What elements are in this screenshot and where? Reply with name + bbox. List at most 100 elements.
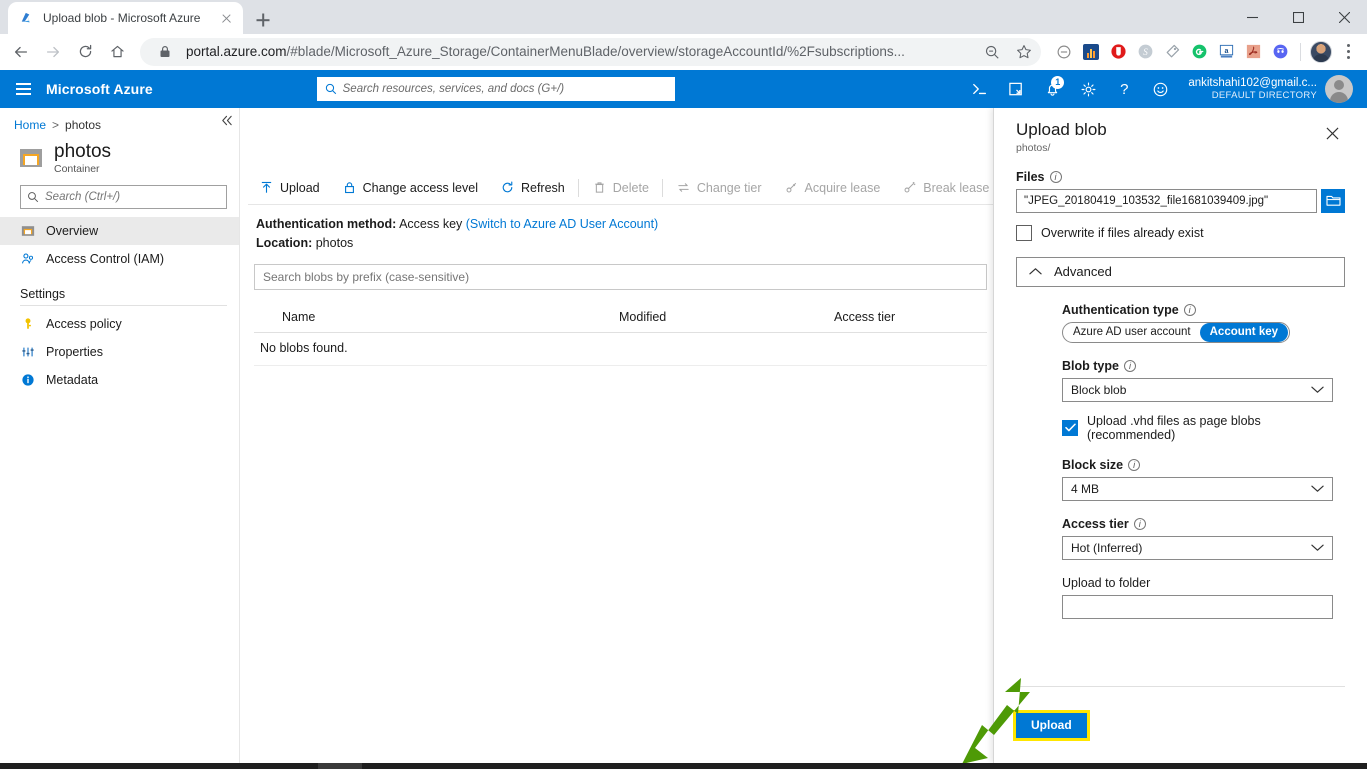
star-icon[interactable] bbox=[1013, 41, 1035, 63]
new-tab-button[interactable] bbox=[249, 6, 277, 34]
chrome-menu-icon[interactable] bbox=[1335, 39, 1361, 65]
skype-icon[interactable]: S bbox=[1132, 39, 1158, 65]
files-input[interactable]: "JPEG_20180419_103532_file1681039409.jpg… bbox=[1016, 188, 1317, 213]
column-header-modified[interactable]: Modified bbox=[619, 310, 834, 324]
task-view-icon[interactable] bbox=[140, 763, 186, 769]
command-refresh[interactable]: Refresh bbox=[489, 171, 576, 205]
auth-type-toggle[interactable]: Azure AD user account Account key bbox=[1062, 321, 1291, 343]
command-upload[interactable]: Upload bbox=[248, 171, 331, 205]
help-icon[interactable]: ? bbox=[1106, 70, 1142, 108]
minimize-icon[interactable] bbox=[1229, 0, 1275, 34]
sidebar-search-placeholder: Search (Ctrl+/) bbox=[45, 190, 121, 203]
vhd-checkbox[interactable] bbox=[1062, 419, 1078, 436]
info-icon[interactable]: i bbox=[1123, 359, 1136, 372]
chevron-down-icon bbox=[1311, 482, 1324, 496]
browser-tab[interactable]: Upload blob - Microsoft Azure bbox=[8, 2, 243, 34]
info-icon[interactable]: i bbox=[1128, 458, 1141, 471]
windows-start-icon[interactable] bbox=[2, 763, 48, 769]
taskbar-app-edge[interactable] bbox=[186, 763, 230, 769]
show-hidden-icons-icon[interactable] bbox=[1132, 763, 1159, 769]
resource-subtitle: Container bbox=[54, 162, 100, 175]
home-icon[interactable] bbox=[102, 37, 132, 67]
lock-icon bbox=[342, 180, 357, 195]
sidebar-item-metadata[interactable]: Metadata bbox=[0, 366, 239, 394]
auth-type-option-account-key[interactable]: Account key bbox=[1199, 322, 1289, 342]
sidebar-item-access-control[interactable]: Access Control (IAM) bbox=[0, 245, 239, 273]
taskbar-app-file-explorer[interactable] bbox=[362, 763, 406, 769]
reload-icon[interactable] bbox=[70, 37, 100, 67]
blob-prefix-search-input[interactable]: Search blobs by prefix (case-sensitive) bbox=[254, 263, 987, 290]
block-size-label-row: Block size i bbox=[1062, 458, 1345, 472]
taskbar-app-word[interactable]: W bbox=[406, 763, 450, 769]
volume-icon[interactable] bbox=[1222, 763, 1253, 769]
adblock-plus-icon[interactable] bbox=[1105, 39, 1131, 65]
directories-subscriptions-icon[interactable] bbox=[998, 70, 1034, 108]
info-icon[interactable]: i bbox=[1049, 170, 1062, 183]
global-search-input[interactable]: Search resources, services, and docs (G+… bbox=[316, 77, 675, 101]
blob-type-select[interactable]: Block blob bbox=[1062, 377, 1333, 402]
block-size-value: 4 MB bbox=[1071, 481, 1100, 496]
sidebar-item-overview[interactable]: Overview bbox=[0, 216, 239, 245]
address-bar[interactable]: portal.azure.com/#blade/Microsoft_Azure_… bbox=[140, 37, 1041, 66]
upload-button[interactable]: Upload bbox=[1013, 709, 1090, 741]
zoom-out-icon[interactable] bbox=[981, 41, 1003, 63]
advanced-accordion[interactable]: Advanced bbox=[1016, 256, 1345, 287]
adblock-icon[interactable] bbox=[1051, 39, 1077, 65]
block-size-select[interactable]: 4 MB bbox=[1062, 476, 1333, 501]
profile-avatar[interactable] bbox=[1308, 39, 1334, 65]
command-delete: Delete bbox=[581, 171, 660, 205]
column-header-access-tier[interactable]: Access tier bbox=[834, 310, 987, 324]
close-icon[interactable] bbox=[1319, 120, 1345, 146]
azure-brand[interactable]: Microsoft Azure bbox=[46, 81, 173, 97]
battery-icon[interactable] bbox=[1159, 763, 1191, 769]
taskbar-app-chrome[interactable] bbox=[318, 763, 362, 769]
sidebar-divider bbox=[20, 304, 227, 306]
overwrite-checkbox-row[interactable]: Overwrite if files already exist bbox=[1016, 224, 1345, 241]
user-avatar bbox=[1324, 75, 1353, 103]
overwrite-checkbox[interactable] bbox=[1016, 224, 1032, 241]
back-arrow-icon[interactable] bbox=[6, 37, 36, 67]
action-center-icon[interactable] bbox=[1333, 763, 1363, 769]
close-tab-icon[interactable] bbox=[218, 10, 235, 27]
sidebar-item-access-policy[interactable]: Access policy bbox=[0, 310, 239, 338]
taskbar-app-store[interactable] bbox=[230, 763, 274, 769]
account-menu[interactable]: ankitshahi102@gmail.c... DEFAULT DIRECTO… bbox=[1178, 75, 1359, 103]
settings-gear-icon[interactable] bbox=[1070, 70, 1106, 108]
analytics-icon[interactable] bbox=[1078, 39, 1104, 65]
amazon-assistant-icon[interactable]: a bbox=[1213, 39, 1239, 65]
taskbar-app-mail[interactable] bbox=[274, 763, 318, 769]
vhd-checkbox-row[interactable]: Upload .vhd files as page blobs (recomme… bbox=[1062, 414, 1345, 442]
auth-type-option-azure-ad[interactable]: Azure AD user account bbox=[1064, 323, 1200, 342]
cortana-circle-icon[interactable] bbox=[94, 763, 140, 769]
table-header-row: Name Modified Access tier bbox=[254, 304, 987, 333]
network-icon[interactable] bbox=[1191, 763, 1222, 769]
tag-icon[interactable] bbox=[1159, 39, 1185, 65]
feedback-icon[interactable] bbox=[1142, 70, 1178, 108]
auth-method-value: Access key bbox=[399, 217, 463, 231]
info-icon[interactable]: i bbox=[1183, 303, 1196, 316]
access-tier-select[interactable]: Hot (Inferred) bbox=[1062, 535, 1333, 560]
switch-auth-link[interactable]: (Switch to Azure AD User Account) bbox=[466, 217, 658, 231]
column-header-name[interactable]: Name bbox=[254, 310, 619, 324]
maximize-icon[interactable] bbox=[1275, 0, 1321, 34]
taskbar-search-icon[interactable] bbox=[48, 763, 94, 769]
close-window-icon[interactable] bbox=[1321, 0, 1367, 34]
upload-folder-input[interactable] bbox=[1062, 594, 1333, 619]
cloud-shell-icon[interactable] bbox=[962, 70, 998, 108]
blob-type-label: Blob type bbox=[1062, 358, 1119, 373]
info-icon[interactable]: i bbox=[1133, 517, 1146, 530]
browse-files-button[interactable] bbox=[1321, 188, 1345, 213]
language-indicator[interactable]: ENG bbox=[1253, 763, 1292, 769]
command-label: Upload bbox=[280, 180, 320, 195]
grammarly-icon[interactable] bbox=[1186, 39, 1212, 65]
notifications-icon[interactable]: 1 bbox=[1034, 70, 1070, 108]
sidebar-search-input[interactable]: Search (Ctrl+/) bbox=[20, 184, 227, 209]
hamburger-menu-icon[interactable] bbox=[0, 70, 46, 108]
sidebar-item-properties[interactable]: Properties bbox=[0, 338, 239, 366]
discord-icon[interactable] bbox=[1267, 39, 1293, 65]
breadcrumb-home[interactable]: Home bbox=[14, 118, 46, 132]
command-change-access-level[interactable]: Change access level bbox=[331, 171, 489, 205]
adobe-acrobat-icon[interactable] bbox=[1240, 39, 1266, 65]
lease-icon bbox=[784, 180, 799, 195]
collapse-chevrons-icon[interactable] bbox=[220, 114, 233, 130]
